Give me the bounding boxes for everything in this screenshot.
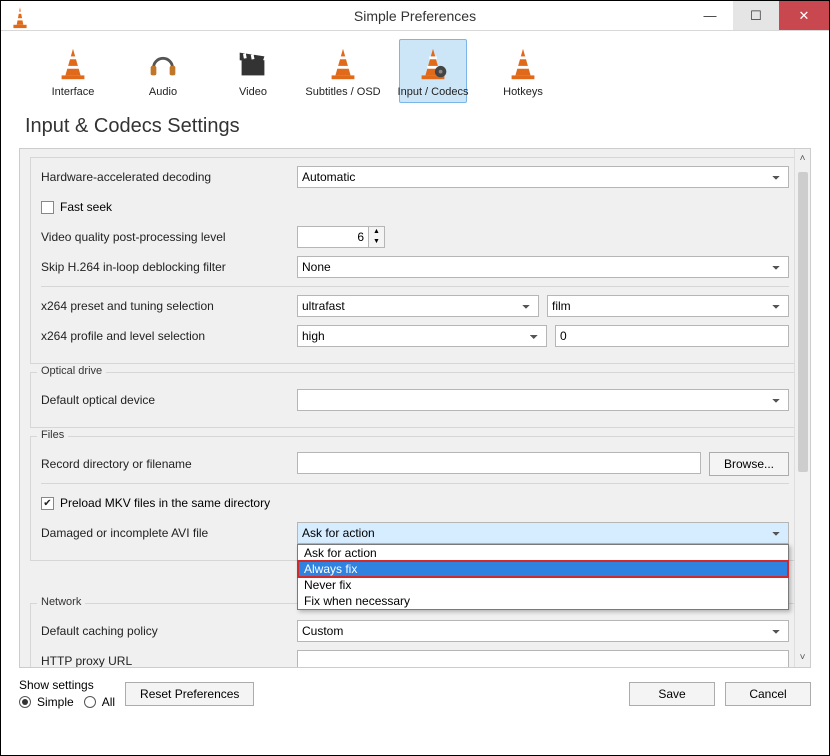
tab-label: Interface xyxy=(52,86,95,98)
default-optical-label: Default optical device xyxy=(41,393,297,407)
x264-preset-label: x264 preset and tuning selection xyxy=(41,299,297,313)
x264-preset-select[interactable]: ultrafast xyxy=(297,295,539,317)
x264-tuning-select[interactable]: film xyxy=(547,295,789,317)
cone-icon xyxy=(323,44,363,84)
files-group-title: Files xyxy=(37,429,68,441)
checkbox-icon xyxy=(41,201,54,214)
browse-button[interactable]: Browse... xyxy=(709,452,789,476)
radio-icon xyxy=(84,696,96,708)
category-tabs: Interface Audio Video Subtitles / OSD In… xyxy=(1,31,829,107)
reset-button[interactable]: Reset Preferences xyxy=(125,682,254,706)
footer: Show settings Simple All Reset Preferenc… xyxy=(1,668,829,719)
settings-scroll-area: Hardware-accelerated decoding Automatic … xyxy=(19,148,811,668)
avi-select[interactable]: Ask for action xyxy=(297,522,789,544)
avi-option[interactable]: Never fix xyxy=(298,577,788,593)
hw-decode-select[interactable]: Automatic xyxy=(297,166,789,188)
x264-profile-select[interactable]: high xyxy=(297,325,547,347)
headphones-icon xyxy=(143,44,183,84)
show-simple-radio[interactable]: Simple xyxy=(19,695,74,709)
avi-option[interactable]: Ask for action xyxy=(298,545,788,561)
caching-select[interactable]: Custom xyxy=(297,620,789,642)
show-settings-label: Show settings xyxy=(19,678,115,692)
titlebar: Simple Preferences — ☐ ✕ xyxy=(1,1,829,31)
network-group-title: Network xyxy=(37,596,85,608)
spin-down-icon[interactable]: ▼ xyxy=(369,237,384,247)
preload-mkv-label: Preload MKV files in the same directory xyxy=(60,496,270,510)
record-dir-input[interactable] xyxy=(297,452,701,474)
fast-seek-label: Fast seek xyxy=(60,200,112,214)
scroll-down-icon[interactable]: ˅ xyxy=(800,648,806,667)
hw-decode-label: Hardware-accelerated decoding xyxy=(41,170,297,184)
preload-mkv-checkbox[interactable]: ✔ Preload MKV files in the same director… xyxy=(41,496,270,510)
radio-checked-icon xyxy=(19,696,31,708)
maximize-button[interactable]: ☐ xyxy=(733,1,779,30)
post-level-label: Video quality post-processing level xyxy=(41,230,297,244)
x264-level-input[interactable] xyxy=(555,325,789,347)
tab-label: Video xyxy=(239,86,267,98)
default-optical-select[interactable] xyxy=(297,389,789,411)
proxy-label: HTTP proxy URL xyxy=(41,654,297,668)
page-title: Input & Codecs Settings xyxy=(1,107,829,148)
fast-seek-checkbox[interactable]: Fast seek xyxy=(41,200,112,214)
post-level-input[interactable] xyxy=(297,226,369,248)
caching-label: Default caching policy xyxy=(41,624,297,638)
cone-gears-icon xyxy=(413,44,453,84)
tab-audio[interactable]: Audio xyxy=(129,39,197,103)
tab-input-codecs[interactable]: Input / Codecs xyxy=(399,39,467,103)
avi-dropdown-list: Ask for action Always fix Never fix Fix … xyxy=(297,544,789,610)
spin-up-icon[interactable]: ▲ xyxy=(369,227,384,237)
cone-icon xyxy=(53,44,93,84)
skip-h264-label: Skip H.264 in-loop deblocking filter xyxy=(41,260,297,274)
tab-hotkeys[interactable]: Hotkeys xyxy=(489,39,557,103)
scrollbar-thumb[interactable] xyxy=(798,172,808,472)
save-button[interactable]: Save xyxy=(629,682,715,706)
optical-group-title: Optical drive xyxy=(37,365,106,377)
tab-label: Input / Codecs xyxy=(398,86,469,98)
tab-label: Subtitles / OSD xyxy=(305,86,380,98)
post-level-spinner[interactable]: ▲▼ xyxy=(297,226,389,248)
tab-interface[interactable]: Interface xyxy=(39,39,107,103)
tab-subtitles[interactable]: Subtitles / OSD xyxy=(309,39,377,103)
tab-label: Hotkeys xyxy=(503,86,543,98)
skip-h264-select[interactable]: None xyxy=(297,256,789,278)
cancel-button[interactable]: Cancel xyxy=(725,682,811,706)
checkbox-checked-icon: ✔ xyxy=(41,497,54,510)
avi-option[interactable]: Fix when necessary xyxy=(298,593,788,609)
scroll-up-icon[interactable]: ˄ xyxy=(800,149,806,168)
minimize-button[interactable]: — xyxy=(687,1,733,30)
close-button[interactable]: ✕ xyxy=(779,1,829,30)
clapper-icon xyxy=(233,44,273,84)
scrollbar[interactable]: ˄ ˅ xyxy=(794,149,810,667)
avi-option-highlighted[interactable]: Always fix xyxy=(298,561,788,577)
cone-icon xyxy=(503,44,543,84)
window-title: Simple Preferences xyxy=(354,8,476,24)
avi-label: Damaged or incomplete AVI file xyxy=(41,526,297,540)
tab-label: Audio xyxy=(149,86,177,98)
proxy-input[interactable] xyxy=(297,650,789,668)
x264-profile-label: x264 profile and level selection xyxy=(41,329,297,343)
record-dir-label: Record directory or filename xyxy=(41,457,297,471)
vlc-cone-icon xyxy=(9,5,31,27)
show-all-radio[interactable]: All xyxy=(84,695,115,709)
tab-video[interactable]: Video xyxy=(219,39,287,103)
